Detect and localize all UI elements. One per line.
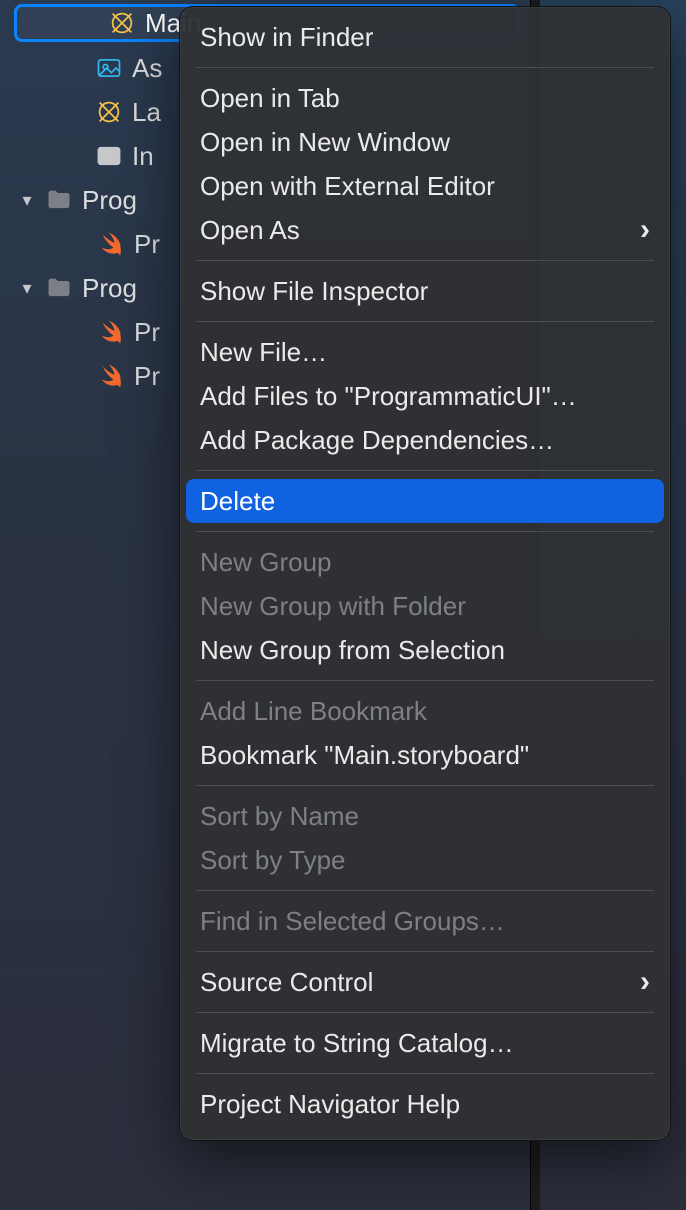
menu-item-label: Open with External Editor: [200, 171, 495, 202]
menu-item[interactable]: Project Navigator Help: [186, 1082, 664, 1126]
menu-item[interactable]: Open with External Editor: [186, 164, 664, 208]
menu-item: Sort by Type: [186, 838, 664, 882]
menu-item[interactable]: Delete: [186, 479, 664, 523]
menu-separator: [196, 531, 654, 532]
menu-item-label: Sort by Name: [200, 801, 359, 832]
menu-item[interactable]: Bookmark "Main.storyboard": [186, 733, 664, 777]
menu-item: Find in Selected Groups…: [186, 899, 664, 943]
menu-item-label: Delete: [200, 486, 275, 517]
menu-item[interactable]: New Group from Selection: [186, 628, 664, 672]
menu-item-label: Open As: [200, 215, 300, 246]
menu-item: New Group with Folder: [186, 584, 664, 628]
folder-icon: [44, 185, 74, 215]
menu-item-label: New Group from Selection: [200, 635, 505, 666]
nav-file-label: Pr: [134, 361, 160, 392]
menu-item[interactable]: New File…: [186, 330, 664, 374]
nav-file-label: As: [132, 53, 162, 84]
nav-file-label: Pr: [134, 317, 160, 348]
menu-separator: [196, 1012, 654, 1013]
context-menu: Show in Finder Open in Tab Open in New Win…: [179, 6, 671, 1141]
chevron-right-icon: ›: [640, 213, 650, 247]
nav-file-label: Pr: [134, 229, 160, 260]
menu-separator: [196, 260, 654, 261]
menu-item-label: Open in New Window: [200, 127, 450, 158]
menu-item[interactable]: Source Control ›: [186, 960, 664, 1004]
menu-item[interactable]: Open in Tab: [186, 76, 664, 120]
swift-icon: [96, 229, 126, 259]
menu-separator: [196, 680, 654, 681]
menu-item[interactable]: Open in New Window: [186, 120, 664, 164]
menu-separator: [196, 1073, 654, 1074]
menu-item: Sort by Name: [186, 794, 664, 838]
chevron-down-icon: ▾: [18, 190, 36, 211]
menu-item: New Group: [186, 540, 664, 584]
menu-item-label: New File…: [200, 337, 327, 368]
menu-separator: [196, 785, 654, 786]
menu-item-label: Open in Tab: [200, 83, 340, 114]
menu-separator: [196, 321, 654, 322]
menu-item-label: Bookmark "Main.storyboard": [200, 740, 529, 771]
chevron-right-icon: ›: [640, 965, 650, 999]
table-icon: [94, 141, 124, 171]
menu-item-label: Find in Selected Groups…: [200, 906, 505, 937]
menu-item-label: Migrate to String Catalog…: [200, 1028, 514, 1059]
nav-file-label: La: [132, 97, 161, 128]
menu-item[interactable]: Show File Inspector: [186, 269, 664, 313]
nav-file-label: In: [132, 141, 154, 172]
assets-icon: [94, 53, 124, 83]
chevron-down-icon: ▾: [18, 278, 36, 299]
menu-item-label: Sort by Type: [200, 845, 346, 876]
menu-item-label: Add Package Dependencies…: [200, 425, 554, 456]
menu-item[interactable]: Open As ›: [186, 208, 664, 252]
menu-item-label: Show in Finder: [200, 22, 373, 53]
menu-item-label: Source Control: [200, 967, 373, 998]
menu-item-label: Project Navigator Help: [200, 1089, 460, 1120]
menu-item[interactable]: Add Package Dependencies…: [186, 418, 664, 462]
swift-icon: [96, 361, 126, 391]
menu-separator: [196, 890, 654, 891]
menu-item-label: Show File Inspector: [200, 276, 428, 307]
swift-icon: [96, 317, 126, 347]
menu-item-label: New Group with Folder: [200, 591, 466, 622]
storyboard-icon: [94, 97, 124, 127]
menu-separator: [196, 67, 654, 68]
storyboard-icon: [107, 8, 137, 38]
menu-item[interactable]: Migrate to String Catalog…: [186, 1021, 664, 1065]
menu-item-label: Add Files to "ProgrammaticUI"…: [200, 381, 577, 412]
menu-item[interactable]: Show in Finder: [186, 15, 664, 59]
folder-icon: [44, 273, 74, 303]
menu-separator: [196, 470, 654, 471]
menu-item-label: Add Line Bookmark: [200, 696, 427, 727]
nav-group-label: Prog: [82, 185, 137, 216]
menu-item: Add Line Bookmark: [186, 689, 664, 733]
nav-group-label: Prog: [82, 273, 137, 304]
menu-item[interactable]: Add Files to "ProgrammaticUI"…: [186, 374, 664, 418]
menu-item-label: New Group: [200, 547, 332, 578]
menu-separator: [196, 951, 654, 952]
